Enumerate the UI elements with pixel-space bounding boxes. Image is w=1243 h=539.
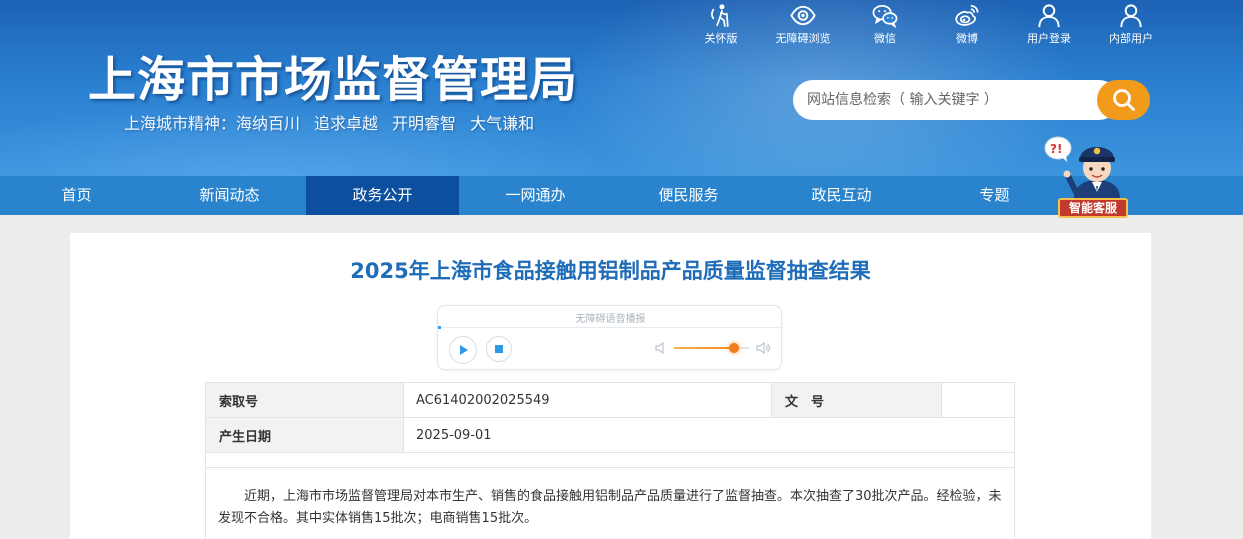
article-title: 2025年上海市食品接触用铝制品产品质量监督抽查结果 xyxy=(350,259,871,283)
toplink-care-version[interactable]: 关怀版 xyxy=(680,2,762,46)
play-button[interactable] xyxy=(449,336,477,364)
nav-item-interaction[interactable]: 政民互动 xyxy=(765,176,918,215)
audio-timeline[interactable] xyxy=(438,327,783,328)
site-title[interactable]: 上海市市场监督管理局 xyxy=(88,40,578,110)
toplink-weibo[interactable]: 微博 xyxy=(926,2,1008,46)
article-body: 近期，上海市市场监督管理局对本市生产、销售的食品接触用铝制品产品质量进行了监督抽… xyxy=(205,468,1015,539)
eye-icon xyxy=(790,5,816,26)
volume-slider[interactable] xyxy=(674,343,749,353)
search-button[interactable] xyxy=(1097,80,1150,120)
toplink-internal-user[interactable]: 内部用户 xyxy=(1090,2,1172,46)
toplink-label: 用户登录 xyxy=(1027,32,1071,45)
wechat-icon xyxy=(872,4,898,29)
svg-text:?!: ?! xyxy=(1050,142,1062,156)
toplink-label: 无障碍浏览 xyxy=(775,32,831,45)
volume-knob[interactable] xyxy=(729,343,739,353)
nav-item-news[interactable]: 新闻动态 xyxy=(153,176,306,215)
toplink-accessible-browse[interactable]: 无障碍浏览 xyxy=(762,2,844,46)
site-search xyxy=(793,80,1150,120)
play-icon xyxy=(460,345,468,355)
meta-doc-no-label: 文 号 xyxy=(771,382,942,418)
toplink-label: 内部用户 xyxy=(1109,32,1153,45)
meta-index-label: 索取号 xyxy=(205,382,404,418)
user-icon xyxy=(1038,4,1060,28)
toplink-wechat[interactable]: 微信 xyxy=(844,2,926,46)
document-meta-table: 索取号 AC61402002025549 文 号 产生日期 2025-09-01 xyxy=(205,382,1015,453)
elderly-care-icon xyxy=(710,4,729,27)
nav-item-government-affairs[interactable]: 政务公开 xyxy=(306,176,459,215)
meta-date-label: 产生日期 xyxy=(205,417,404,453)
slogan-prefix: 上海城市精神： xyxy=(124,114,237,133)
audio-player-label: 无障碍语音播报 xyxy=(575,314,646,325)
meta-row: 索取号 AC61402002025549 文 号 xyxy=(205,382,1015,418)
search-input[interactable] xyxy=(793,80,1119,120)
article-paragraph: 近期，上海市市场监督管理局对本市生产、销售的食品接触用铝制品产品质量进行了监督抽… xyxy=(218,489,1002,526)
audio-progress-bar xyxy=(438,326,441,329)
meta-index-value: AC61402002025549 xyxy=(403,382,772,418)
top-utility-links: 关怀版 无障碍浏览 微信 微博 用户登录 内部用户 xyxy=(680,2,1172,46)
slogan-item: 海纳百川 xyxy=(236,114,301,133)
nav-item-home[interactable]: 首页 xyxy=(0,176,153,215)
city-spirit-slogan: 上海城市精神：海纳百川 追求卓越 开明睿智 大气谦和 xyxy=(124,110,548,134)
toplink-label: 微博 xyxy=(956,32,978,45)
meta-date-value: 2025-09-01 xyxy=(403,417,1015,453)
volume-fill xyxy=(674,347,734,349)
meta-row: 产生日期 2025-09-01 xyxy=(205,417,1015,453)
audio-player: 无障碍语音播报 xyxy=(437,305,783,370)
meta-spacer-row xyxy=(205,452,1015,468)
user-icon xyxy=(1120,4,1142,28)
volume-high-icon xyxy=(756,342,770,354)
nav-item-online-service[interactable]: 一网通办 xyxy=(459,176,612,215)
toplink-label: 关怀版 xyxy=(704,32,738,45)
nav-item-public-service[interactable]: 便民服务 xyxy=(612,176,765,215)
slogan-item: 大气谦和 xyxy=(470,114,535,133)
stop-icon xyxy=(495,345,503,353)
smart-assistant-label[interactable]: 智能客服 xyxy=(1058,198,1128,218)
volume-low-icon xyxy=(655,342,664,354)
slogan-item: 追求卓越 xyxy=(314,114,379,133)
stop-button[interactable] xyxy=(486,336,512,362)
slogan-item: 开明睿智 xyxy=(392,114,457,133)
article-container: 2025年上海市食品接触用铝制品产品质量监督抽查结果 无障碍语音播报 索取号 A… xyxy=(70,233,1151,539)
search-icon xyxy=(1112,89,1135,111)
toplink-user-login[interactable]: 用户登录 xyxy=(1008,2,1090,46)
toplink-label: 微信 xyxy=(874,32,896,45)
weibo-icon xyxy=(955,4,979,26)
meta-doc-no-value xyxy=(941,382,1015,418)
